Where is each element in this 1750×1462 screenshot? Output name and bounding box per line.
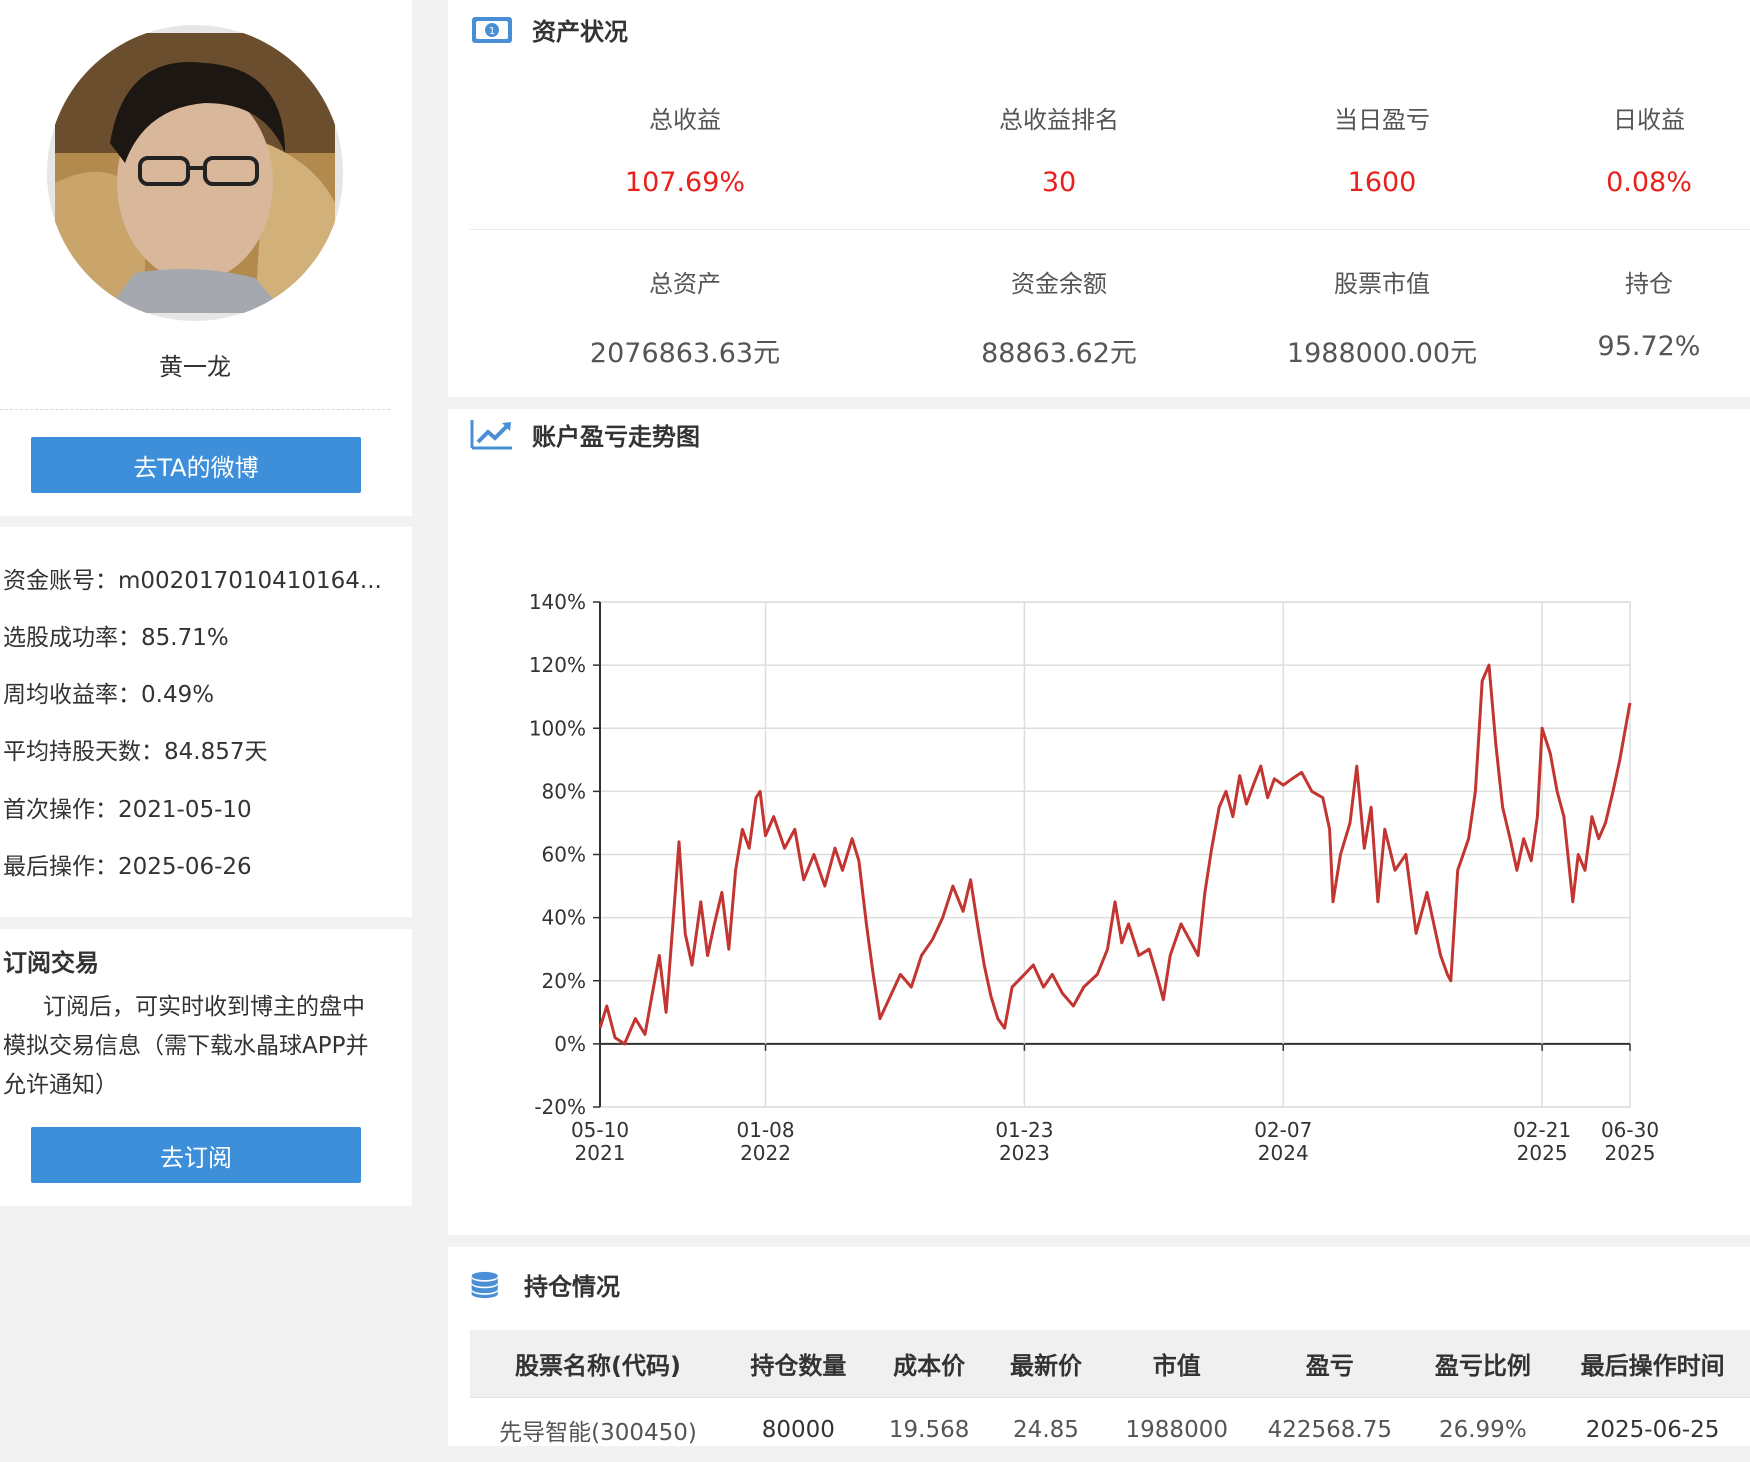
subscribe-title: 订阅交易 (3, 943, 99, 978)
y-tick-label: 40% (542, 906, 586, 930)
stat-account: 资金账号：m002017010410164... (3, 561, 382, 595)
y-tick-label: 60% (542, 843, 586, 867)
x-tick-year-label: 2022 (740, 1141, 791, 1165)
col-header-latest[interactable]: 最新价 (988, 1330, 1105, 1398)
avatar[interactable] (47, 25, 343, 321)
stock-link[interactable]: 先导智能(300450) (470, 1398, 726, 1462)
col-header-stock[interactable]: 股票名称(代码) (470, 1330, 726, 1398)
y-tick-label: -20% (534, 1095, 586, 1119)
subscribe-button[interactable]: 去订阅 (31, 1127, 361, 1183)
weibo-button[interactable]: 去TA的微博 (31, 437, 361, 493)
col-header-cost[interactable]: 成本价 (871, 1330, 988, 1398)
database-icon (470, 1268, 506, 1302)
y-tick-label: 20% (542, 969, 586, 993)
assets-panel: 1 资产状况 总收益 107.69% 总收益排名 30 当日盈亏 1600 日收… (448, 0, 1750, 397)
assets-title: 资产状况 (532, 12, 628, 47)
col-header-market-value[interactable]: 市值 (1104, 1330, 1249, 1398)
metric-total-return: 总收益 107.69% (525, 100, 845, 198)
x-tick-label: 02-21 (1513, 1118, 1571, 1142)
market-value-cell: 1988000 (1104, 1398, 1249, 1462)
col-header-quantity[interactable]: 持仓数量 (726, 1330, 871, 1398)
pnl-line-chart[interactable]: 140% 120% 100% 80% 60% 40% 20% 0% -20%05-102021 0… (448, 409, 1750, 1235)
avatar-photo (55, 33, 335, 313)
y-tick-label: 100% (529, 716, 586, 740)
assets-header: 1 资产状况 (470, 12, 628, 47)
profile-card: 黄一龙 去TA的微博 (0, 0, 412, 516)
table-header-row: 股票名称(代码) 持仓数量 成本价 最新价 市值 盈亏 盈亏比例 最后操作时间 (470, 1330, 1750, 1398)
holdings-panel: 持仓情况 股票名称(代码) 持仓数量 成本价 最新价 市值 盈亏 盈亏比例 最后… (448, 1247, 1750, 1446)
holdings-header: 持仓情况 (470, 1267, 620, 1302)
y-tick-label: 120% (529, 653, 586, 677)
metric-daily-return: 日收益 0.08% (1489, 100, 1750, 198)
account-value: m002017010410164... (118, 568, 382, 594)
divider (470, 229, 1750, 230)
table-row[interactable]: 先导智能(300450) 80000 19.568 24.85 1988000 … (470, 1398, 1750, 1462)
svg-text:1: 1 (489, 26, 495, 37)
y-tick-label: 80% (542, 779, 586, 803)
x-tick-year-label: 2024 (1258, 1141, 1309, 1165)
metric-cash: 资金余额 88863.62元 (899, 264, 1219, 370)
x-tick-year-label: 2025 (1605, 1141, 1656, 1165)
stats-card: 资金账号：m002017010410164... 选股成功率：85.71% 周均… (0, 527, 412, 917)
metric-rank: 总收益排名 30 (899, 100, 1219, 198)
col-header-pnl[interactable]: 盈亏 (1249, 1330, 1410, 1398)
subscribe-card: 订阅交易 订阅后，可实时收到博主的盘中模拟交易信息（需下载水晶球APP并允许通知… (0, 929, 412, 1206)
stat-weekly-return: 周均收益率：0.49% (3, 675, 214, 709)
metric-position: 持仓 95.72% (1489, 264, 1750, 362)
stat-avg-hold-days: 平均持股天数：84.857天 (3, 732, 267, 766)
y-tick-label: 0% (554, 1032, 586, 1056)
last-op-cell: 2025-06-25 (1555, 1398, 1750, 1462)
col-header-last-op[interactable]: 最后操作时间 (1555, 1330, 1750, 1398)
x-tick-year-label: 2025 (1517, 1141, 1568, 1165)
stat-success-rate: 选股成功率：85.71% (3, 618, 229, 652)
x-tick-label: 05-10 (571, 1118, 629, 1142)
user-name: 黄一龙 (0, 347, 390, 382)
stat-first-op: 首次操作：2021-05-10 (3, 790, 252, 824)
x-tick-label: 06-30 (1601, 1118, 1659, 1142)
col-header-pnl-ratio[interactable]: 盈亏比例 (1410, 1330, 1555, 1398)
divider (0, 409, 390, 410)
holdings-title: 持仓情况 (524, 1267, 620, 1302)
x-tick-label: 02-07 (1254, 1118, 1312, 1142)
holdings-table: 股票名称(代码) 持仓数量 成本价 最新价 市值 盈亏 盈亏比例 最后操作时间 … (470, 1330, 1750, 1462)
x-tick-label: 01-23 (995, 1118, 1053, 1142)
y-tick-label: 140% (529, 590, 586, 614)
pnl-cell: 422568.75 (1249, 1398, 1410, 1462)
pnl-ratio-cell: 26.99% (1410, 1398, 1555, 1462)
cost-cell: 19.568 (871, 1398, 988, 1462)
x-tick-year-label: 2021 (575, 1141, 626, 1165)
quantity-cell: 80000 (726, 1398, 871, 1462)
metric-total-assets: 总资产 2076863.63元 (525, 264, 845, 370)
stat-last-op: 最后操作：2025-06-26 (3, 847, 252, 881)
money-icon: 1 (470, 13, 514, 47)
subscribe-description: 订阅后，可实时收到博主的盘中模拟交易信息（需下载水晶球APP并允许通知） (3, 988, 383, 1105)
chart-panel: 账户盈亏走势图 140%120%100%80%60%40%20%0%-20%05… (448, 409, 1750, 1235)
x-tick-year-label: 2023 (999, 1141, 1050, 1165)
x-tick-label: 01-08 (736, 1118, 794, 1142)
latest-price-cell: 24.85 (988, 1398, 1105, 1462)
